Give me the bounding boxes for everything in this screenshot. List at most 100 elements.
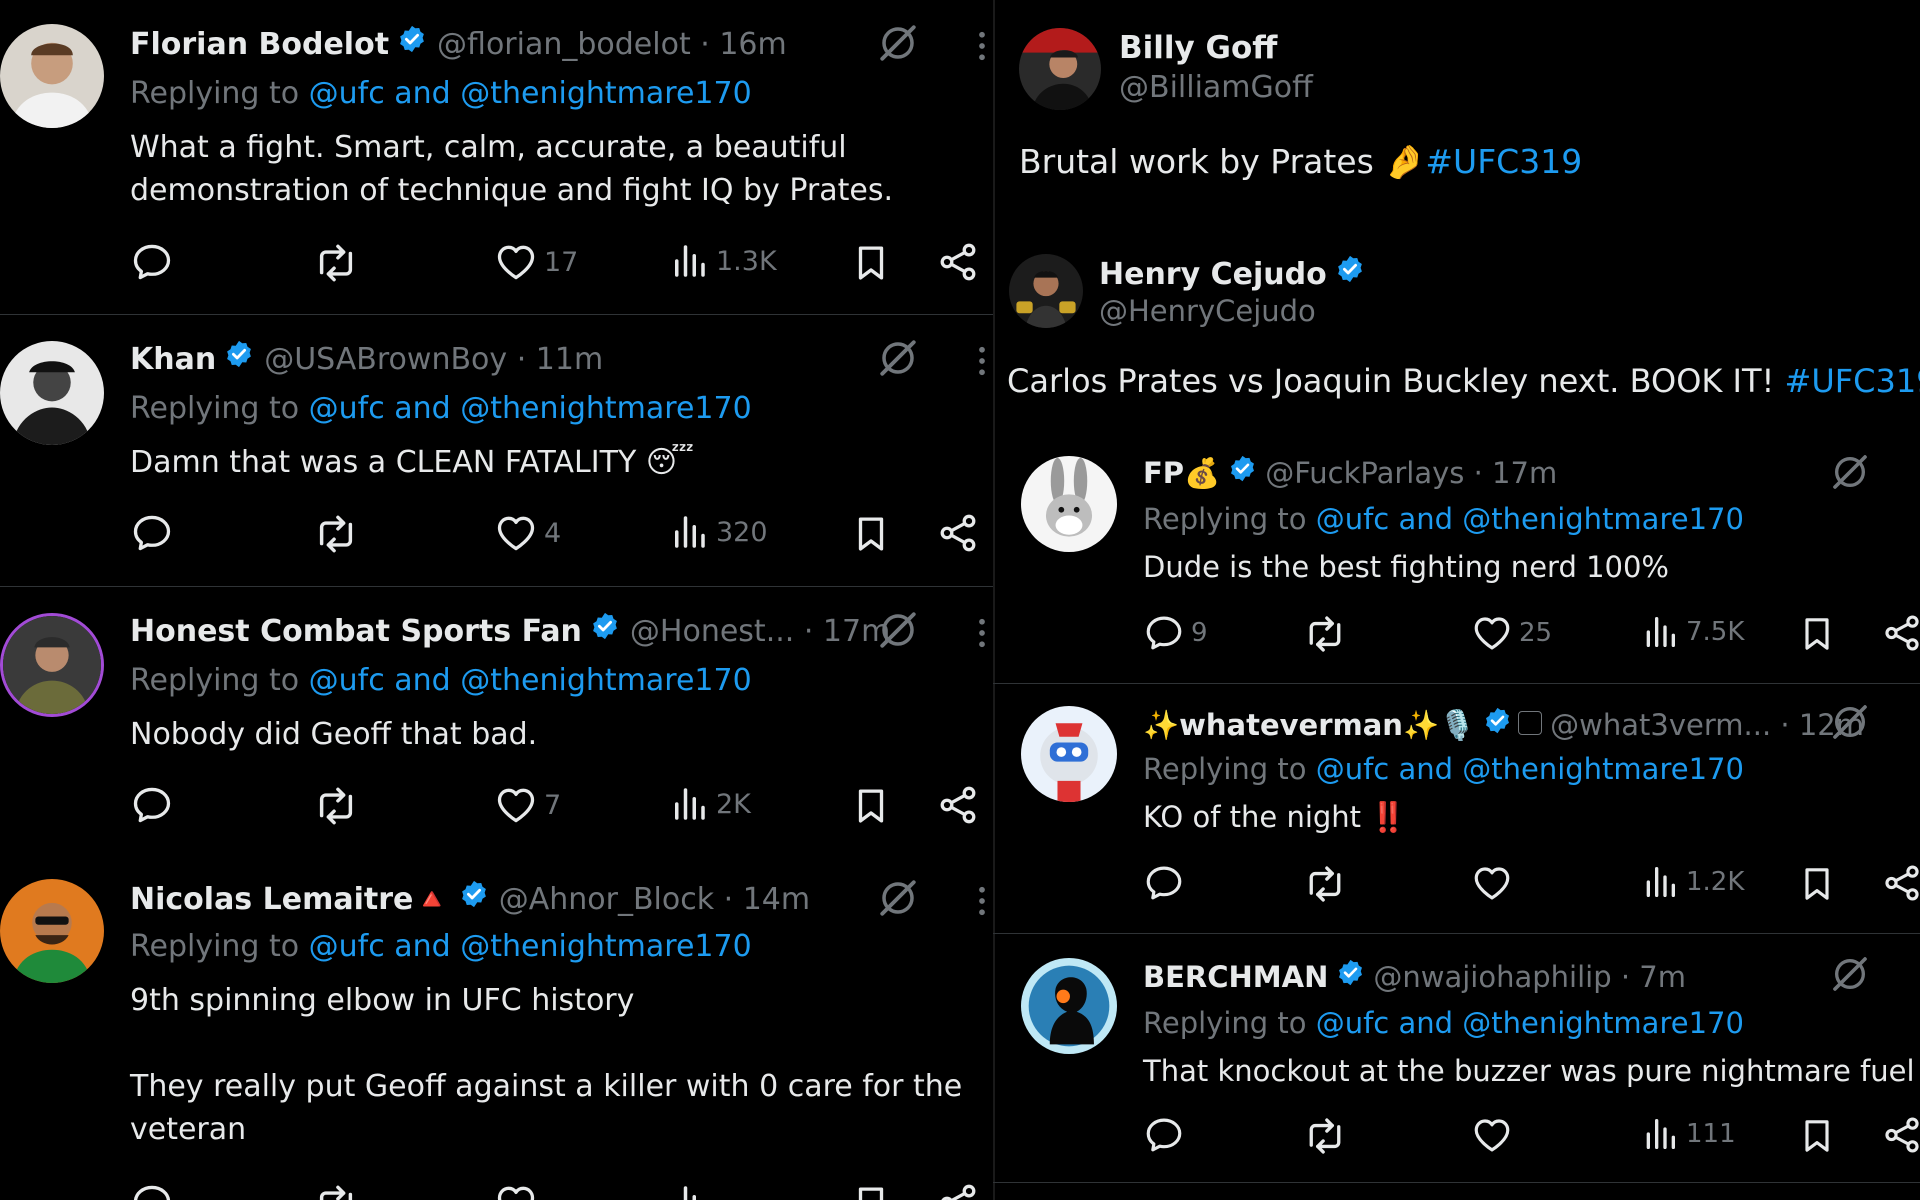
avatar[interactable] [1021,456,1117,552]
user-handle[interactable]: @HenryCejudo [1099,294,1316,328]
tweet-fp[interactable]: FP 💰 @FuckParlays · 17m Replying to @ufc… [993,430,1920,684]
reply-button[interactable]: 9 [1143,612,1208,654]
share-button[interactable] [936,240,980,284]
retweet-button[interactable] [1303,1114,1347,1158]
grok-icon[interactable] [877,22,919,64]
tweet-billy-goff[interactable]: Billy Goff @BilliamGoff Brutal work by P… [993,0,1920,220]
tweet-berchman[interactable]: BERCHMAN @nwajiohaphilip · 7m Replying t… [993,934,1920,1200]
views-button[interactable]: 2K [668,783,751,825]
bookmark-button[interactable] [850,240,892,286]
tweet-henry-cejudo[interactable]: Henry Cejudo @HenryCejudo Carlos Prates … [993,240,1920,430]
display-name[interactable]: Nicolas Lemaitre [130,882,413,917]
views-button[interactable] [668,1181,710,1200]
like-button[interactable]: 17 [494,240,578,284]
display-name[interactable]: ✨whateverman✨ [1143,708,1439,743]
avatar[interactable] [1021,958,1117,1054]
share-button[interactable] [936,783,980,827]
share-button[interactable] [1881,612,1920,654]
bookmark-button[interactable] [850,783,892,829]
reply-button[interactable] [130,783,174,827]
bookmark-button[interactable] [1797,862,1837,906]
display-name[interactable]: Khan [130,342,216,377]
timestamp[interactable]: 17m [1492,456,1557,490]
share-button[interactable] [936,511,980,555]
user-handle[interactable]: @Ahnor_Block [499,882,714,917]
tweet-honest-fan[interactable]: Honest Combat Sports Fan @Honest... · 17… [0,587,993,859]
user-handle[interactable]: @florian_bodelot [437,27,691,62]
avatar[interactable] [1021,706,1117,802]
bookmark-button[interactable] [850,1181,892,1200]
more-icon[interactable] [964,343,993,379]
user-handle[interactable]: @nwajiohaphilip [1373,960,1611,994]
more-icon[interactable] [964,883,993,919]
reply-button[interactable] [1143,862,1185,904]
tweet-khan[interactable]: Khan @USABrownBoy · 11m Replying to @ufc… [0,315,993,587]
views-button[interactable]: 7.5K [1640,612,1744,652]
share-button[interactable] [936,1181,980,1200]
timestamp[interactable]: 11m [536,342,603,377]
display-name[interactable]: FP [1143,456,1184,490]
retweet-button[interactable] [313,783,359,829]
tweet-florian[interactable]: Florian Bodelot @florian_bodelot · 16m R… [0,0,993,315]
grok-icon[interactable] [877,609,919,651]
grok-icon[interactable] [1830,702,1870,742]
timestamp[interactable]: 14m [743,882,810,917]
avatar[interactable] [0,24,104,128]
retweet-button[interactable] [313,1181,359,1200]
reply-button[interactable] [1143,1114,1185,1156]
like-button[interactable] [1471,1114,1513,1156]
views-button[interactable]: 111 [1640,1114,1736,1154]
display-name[interactable]: Henry Cejudo [1099,257,1327,292]
display-name[interactable]: Billy Goff [1119,30,1277,66]
grok-icon[interactable] [877,877,919,919]
bookmark-button[interactable] [850,511,892,557]
avatar[interactable] [1019,28,1101,110]
share-button[interactable] [1881,1114,1920,1156]
bookmark-button[interactable] [1797,1114,1837,1158]
like-button[interactable]: 7 [494,783,561,827]
more-icon[interactable] [964,615,993,651]
display-name[interactable]: Florian Bodelot [130,27,389,62]
user-handle[interactable]: @what3verm... [1550,708,1771,742]
user-handle[interactable]: @Honest... [630,614,794,649]
views-button[interactable]: 320 [668,511,768,553]
timestamp[interactable]: 16m [719,27,786,62]
avatar[interactable] [0,879,104,983]
tweet-whateverman[interactable]: ✨whateverman✨ 🎙️ @what3verm... · 12m Rep… [993,684,1920,934]
like-button[interactable] [494,1181,538,1200]
timestamp[interactable]: 7m [1639,960,1686,994]
user-handle[interactable]: @USABrownBoy [264,342,507,377]
retweet-button[interactable] [313,240,359,286]
mention-link[interactable]: @ufc and @thenightmare170 [309,76,752,111]
views-button[interactable]: 1.2K [1640,862,1744,902]
like-button[interactable]: 4 [494,511,561,555]
display-name[interactable]: Honest Combat Sports Fan [130,614,582,649]
reply-button[interactable] [130,1181,174,1200]
like-button[interactable]: 25 [1471,612,1552,654]
grok-icon[interactable] [1830,954,1870,994]
avatar[interactable] [0,341,104,445]
grok-icon[interactable] [877,337,919,379]
mention-link[interactable]: @ufc and @thenightmare170 [1316,502,1744,536]
hashtag-link[interactable]: #UFC319 [1785,362,1920,400]
retweet-button[interactable] [1303,612,1347,656]
reply-button[interactable] [130,240,174,284]
display-name[interactable]: BERCHMAN [1143,960,1328,994]
mention-link[interactable]: @ufc and @thenightmare170 [309,391,752,426]
avatar[interactable] [0,613,104,717]
views-button[interactable]: 1.3K [668,240,777,282]
avatar[interactable] [1009,254,1083,328]
mention-link[interactable]: @ufc and @thenightmare170 [1316,752,1744,786]
user-handle[interactable]: @FuckParlays [1265,456,1464,490]
mention-link[interactable]: @ufc and @thenightmare170 [309,929,752,964]
reply-button[interactable] [130,511,174,555]
retweet-button[interactable] [1303,862,1347,906]
user-handle[interactable]: @BilliamGoff [1119,70,1313,105]
hashtag-link[interactable]: #UFC319 [1425,142,1582,181]
mention-link[interactable]: @ufc and @thenightmare170 [1316,1006,1744,1040]
retweet-button[interactable] [313,511,359,557]
mention-link[interactable]: @ufc and @thenightmare170 [309,663,752,698]
more-icon[interactable] [964,28,993,64]
share-button[interactable] [1881,862,1920,904]
tweet-nicolas[interactable]: Nicolas Lemaitre 🔺 @Ahnor_Block · 14m Re… [0,859,993,1200]
